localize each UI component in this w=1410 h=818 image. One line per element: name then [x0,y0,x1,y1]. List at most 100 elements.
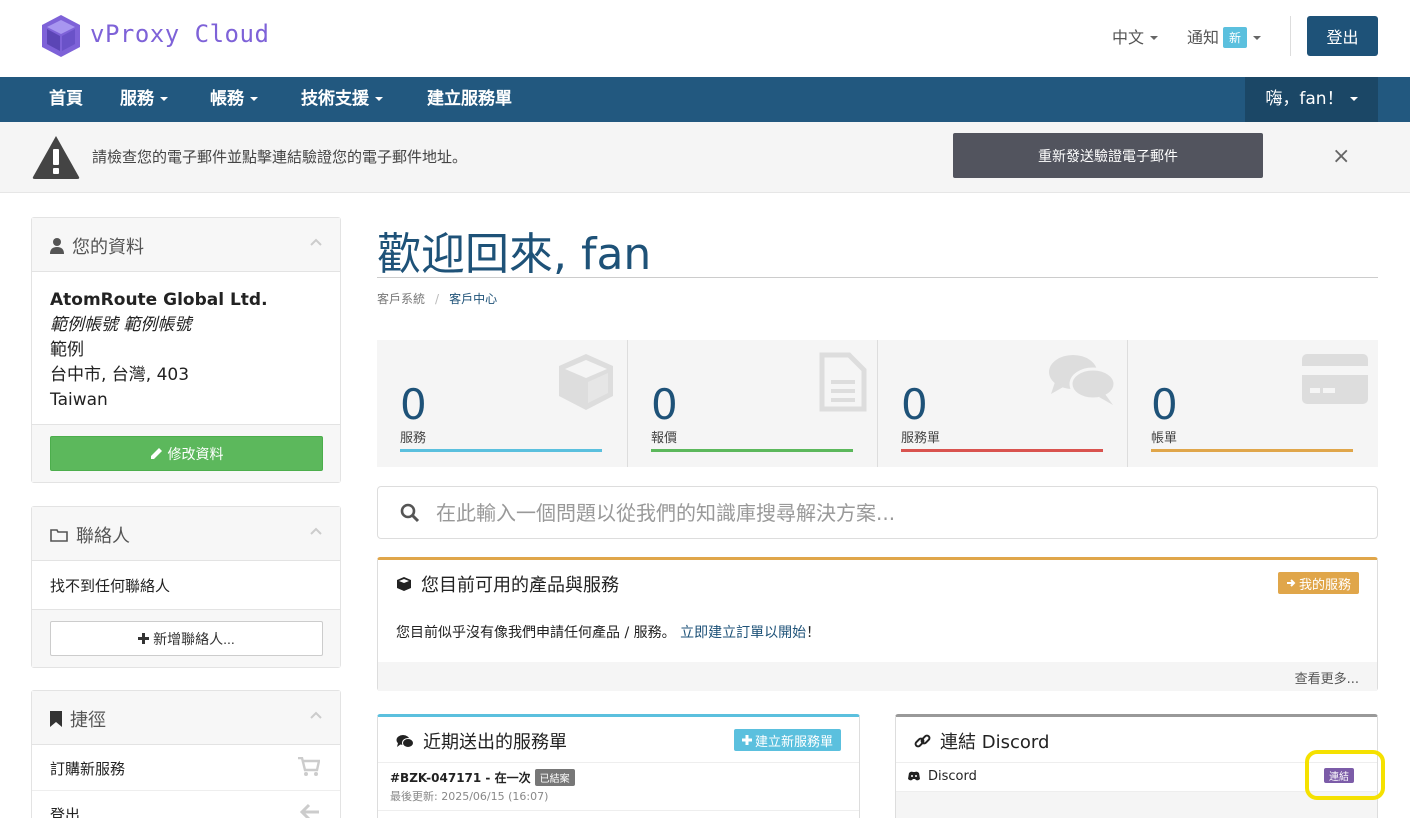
nav-open-ticket[interactable]: 建立服務單 [427,77,512,122]
tile-accent-bar [400,449,602,452]
tile-tickets[interactable]: 0 服務單 [877,340,1127,467]
nav-home[interactable]: 首頁 [49,77,83,122]
discord-icon [908,771,920,781]
chevron-down-icon [1349,97,1358,101]
main-nav: 首頁 服務 帳務 技術支援 建立服務單 嗨，fan！ [0,77,1410,122]
brand-name[interactable]: vProxy Cloud [90,20,269,48]
new-ticket-button[interactable]: 建立新服務單 [733,729,841,751]
arrow-left-icon [300,803,319,818]
notifications-label: 通知 [1187,28,1220,47]
cube-icon [559,354,613,410]
view-more-link[interactable]: 查看更多... [1295,668,1359,687]
products-footer: 查看更多... [378,662,1377,691]
shortcuts-panel-title: 捷徑 [70,710,106,731]
credit-card-icon [1302,354,1368,404]
nav-billing[interactable]: 帳務 [210,77,258,122]
shortcut-label: 登出 [50,806,81,818]
user-greeting: 嗨，fan！ [1265,89,1344,109]
chevron-down-icon [1253,36,1262,40]
contacts-panel-header[interactable]: 聯絡人 [32,507,340,561]
kb-search-box [377,486,1378,539]
title-divider [377,277,1378,278]
shortcuts-panel: 捷徑 訂購新服務 登出 [31,690,341,818]
notifications-badge: 新 [1223,27,1248,48]
ticket-row[interactable]: #BZK-047171 - 在一次 已結案 最後更新: 2025/06/15 (1… [378,763,859,811]
nav-support[interactable]: 技術支援 [301,77,383,122]
page-title: 歡迎回來, fan [377,218,651,282]
tile-accent-bar [651,449,853,452]
profile-panel-title: 您的資料 [72,237,144,258]
user-icon [50,238,64,254]
profile-panel: 您的資料 AtomRoute Global Ltd. 範例帳號 範例帳號 範例 … [31,217,341,483]
plus-icon [138,633,150,644]
my-services-label: 我的服務 [1298,577,1351,593]
tile-invoices[interactable]: 0 帳單 [1127,340,1378,467]
top-header: vProxy Cloud 中文 通知新 登出 [0,0,1410,77]
profile-city: 台中市, 台灣, 403 [50,365,190,385]
shortcut-label: 訂購新服務 [50,760,126,778]
document-icon [819,352,867,412]
profile-address: 範例 [50,340,84,360]
contacts-empty: 找不到任何聯絡人 [50,577,171,595]
create-order-link[interactable]: 立即建立訂單以開始 [680,625,806,641]
tile-value: 0 [901,380,928,429]
arrow-right-icon [1286,579,1296,587]
tile-label: 服務單 [901,431,941,446]
shortcut-logout[interactable]: 登出 [32,790,340,818]
page-title-cjk: 歡迎回來 [377,229,553,280]
edit-profile-label: 修改資料 [167,445,224,462]
profile-company: AtomRoute Global Ltd. [50,290,268,310]
chevron-up-icon[interactable] [310,710,322,722]
tile-services[interactable]: 0 服務 [377,340,627,467]
ticket-updated: 最後更新: 2025/06/15 (16:07) [390,790,549,803]
nav-billing-label: 帳務 [210,89,244,109]
profile-country: Taiwan [50,390,108,410]
close-icon[interactable]: × [1332,144,1350,169]
my-services-button[interactable]: 我的服務 [1277,572,1359,594]
add-contact-label: 新增聯絡人... [153,630,235,647]
breadcrumb-home[interactable]: 客戶系統 [377,292,425,306]
products-card-title: 您目前可用的產品與服務 [421,575,619,596]
kb-search-input[interactable] [436,495,1356,531]
resend-verification-button[interactable]: 重新發送驗證電子郵件 [953,133,1263,178]
tile-value: 0 [651,380,678,429]
nav-services[interactable]: 服務 [120,77,168,122]
breadcrumb-current: 客戶中心 [449,292,498,306]
language-dropdown[interactable]: 中文 [1112,24,1159,48]
logo-icon[interactable] [40,13,82,59]
tile-value: 0 [400,380,427,429]
comments-icon [1049,355,1117,405]
ticket-status-badge: 已結案 [534,769,575,786]
contacts-panel-title: 聯絡人 [76,526,130,547]
discord-label: Discord [928,769,977,784]
notifications-dropdown[interactable]: 通知新 [1187,24,1262,48]
shortcuts-panel-header[interactable]: 捷徑 [32,691,340,745]
chevron-up-icon[interactable] [310,526,322,538]
recent-tickets-card: 近期送出的服務單 建立新服務單 #BZK-047171 - 在一次 已結案 最後更… [377,714,860,818]
products-link-suffix: ！ [806,625,821,641]
shortcut-order-new-service[interactable]: 訂購新服務 [32,745,340,790]
products-message: 您目前似乎沒有像我們申請任何產品 / 服務。 立即建立訂單以開始！ [378,606,1377,664]
nav-services-label: 服務 [120,89,154,109]
cart-icon [298,757,320,776]
edit-profile-button[interactable]: 修改資料 [50,436,323,471]
chevron-down-icon [1150,36,1159,40]
ticket-title: #BZK-047171 - 在一次 [390,771,531,785]
tile-quotes[interactable]: 0 報價 [627,340,877,467]
add-contact-button[interactable]: 新增聯絡人... [50,621,323,656]
products-empty-text: 您目前似乎沒有像我們申請任何產品 / 服務。 [396,625,676,641]
bookmark-icon [50,711,62,727]
language-label: 中文 [1112,28,1145,47]
tile-accent-bar [901,449,1103,452]
chevron-down-icon [375,97,383,101]
header-divider [1290,16,1291,56]
tile-label: 帳單 [1151,431,1178,446]
chevron-down-icon [250,97,258,101]
profile-panel-header[interactable]: 您的資料 [32,218,340,272]
logout-button[interactable]: 登出 [1307,16,1378,56]
chevron-up-icon[interactable] [310,237,322,249]
stats-tiles: 0 服務 0 報價 0 服務單 0 帳單 [377,340,1378,467]
folder-icon [50,529,68,542]
user-menu[interactable]: 嗨，fan！ [1245,77,1378,122]
plus-icon [741,735,752,745]
